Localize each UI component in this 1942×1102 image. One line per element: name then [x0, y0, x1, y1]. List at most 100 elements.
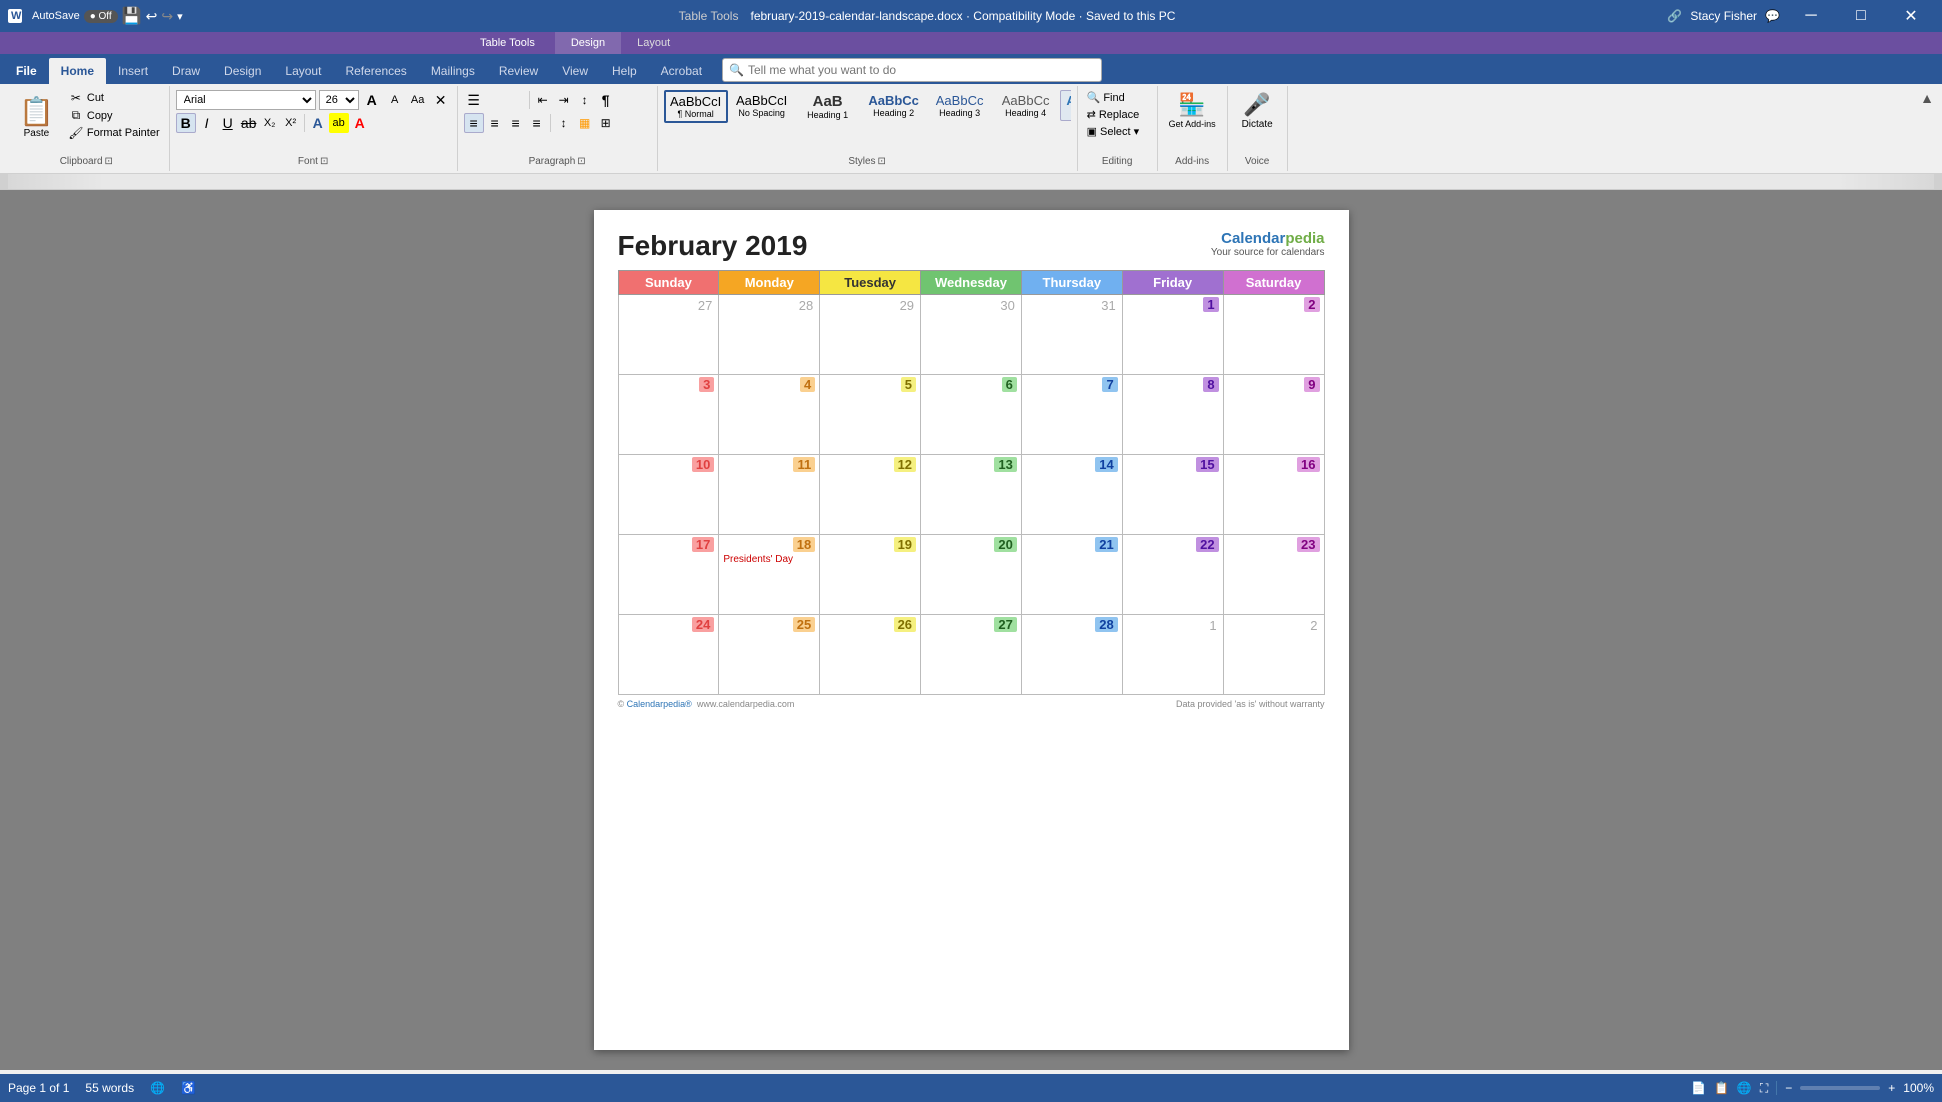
accessibility-btn[interactable]: ♿: [181, 1081, 196, 1095]
focus-mode-btn[interactable]: ⛶: [1760, 1081, 1768, 1096]
cut-button[interactable]: ✂ Cut: [65, 90, 163, 106]
text-effects-btn[interactable]: A: [308, 113, 328, 133]
copy-button[interactable]: ⧉ Copy: [65, 107, 163, 124]
redo-btn[interactable]: ↪: [161, 8, 173, 25]
subscript-btn[interactable]: X₂: [260, 113, 280, 133]
close-btn[interactable]: ✕: [1888, 0, 1934, 32]
tab-references[interactable]: References: [333, 58, 418, 84]
highlight-btn[interactable]: ab: [329, 113, 349, 133]
paste-button[interactable]: 📋 Paste: [10, 90, 63, 144]
undo-btn[interactable]: ↩: [146, 8, 158, 25]
calendar-cell: 5: [820, 375, 921, 455]
ruler-left-handle[interactable]: [0, 174, 8, 189]
font-grow-btn[interactable]: A: [362, 90, 382, 110]
style-heading1[interactable]: AaB Heading 1: [796, 90, 860, 123]
show-hide-btn[interactable]: ¶: [596, 90, 616, 110]
web-layout-btn[interactable]: 🌐: [1737, 1081, 1752, 1095]
zoom-in-btn[interactable]: +: [1888, 1081, 1895, 1095]
justify-btn[interactable]: ≡: [527, 113, 547, 133]
share-btn[interactable]: 🔗: [1667, 9, 1682, 23]
decrease-indent-btn[interactable]: ⇤: [533, 90, 553, 110]
tab-insert[interactable]: Insert: [106, 58, 160, 84]
sort-btn[interactable]: ↕: [575, 90, 595, 110]
zoom-out-btn[interactable]: −: [1785, 1081, 1792, 1095]
tab-file[interactable]: File: [4, 58, 49, 84]
tab-mailings[interactable]: Mailings: [419, 58, 487, 84]
tab-view[interactable]: View: [550, 58, 600, 84]
shading-btn[interactable]: ▦: [575, 113, 595, 133]
tab-acrobat[interactable]: Acrobat: [649, 58, 714, 84]
calendarpedia-link[interactable]: Calendarpedia®: [627, 699, 692, 709]
tab-help[interactable]: Help: [600, 58, 649, 84]
print-layout-btn[interactable]: 📋: [1714, 1081, 1729, 1095]
paste-label: Paste: [24, 128, 50, 139]
select-button[interactable]: ▣ Select ▾: [1084, 124, 1143, 139]
tab-layout[interactable]: Layout: [273, 58, 333, 84]
change-case-btn[interactable]: Aa: [408, 90, 428, 110]
save-btn[interactable]: 💾: [122, 6, 142, 26]
autosave-toggle[interactable]: ● Off: [84, 10, 118, 23]
strikethrough-btn[interactable]: ab: [239, 113, 259, 133]
customize-btn[interactable]: ▾: [177, 10, 183, 23]
restore-btn[interactable]: □: [1838, 0, 1884, 32]
day-number: 8: [1203, 377, 1218, 392]
dictate-button[interactable]: 🎤 Dictate: [1238, 90, 1277, 132]
style-heading2[interactable]: AaBbCc Heading 2: [862, 90, 926, 121]
style-normal-preview: AaBbCcI: [670, 94, 721, 109]
style-heading4[interactable]: AaBbCc Heading 4: [994, 90, 1058, 121]
borders-btn[interactable]: ⊞: [596, 113, 616, 133]
font-family-select[interactable]: Arial: [176, 90, 316, 110]
get-add-ins-button[interactable]: 🏪 Get Add-ins: [1165, 90, 1220, 131]
replace-icon: ⇄: [1087, 108, 1096, 121]
format-painter-button[interactable]: 🖌 Format Painter: [65, 125, 163, 141]
tab-home[interactable]: Home: [49, 58, 106, 84]
day-number: 6: [1002, 377, 1017, 392]
add-ins-icon: 🏪: [1178, 92, 1205, 118]
calendar-cell: 8: [1122, 375, 1223, 455]
style-heading3[interactable]: AaBbCc Heading 3: [928, 90, 992, 121]
collapse-ribbon[interactable]: ▲: [1920, 86, 1938, 171]
clipboard-expand-icon[interactable]: ⊡: [105, 156, 113, 167]
bullets-btn[interactable]: ☰: [464, 90, 484, 110]
font-expand-icon[interactable]: ⊡: [320, 156, 328, 167]
tab-review[interactable]: Review: [487, 58, 550, 84]
calendar-cell: 12: [820, 455, 921, 535]
numbering-btn[interactable]: [485, 90, 505, 110]
read-mode-btn[interactable]: 📄: [1691, 1081, 1706, 1095]
underline-btn[interactable]: U: [218, 113, 238, 133]
italic-btn[interactable]: I: [197, 113, 217, 133]
line-spacing-btn[interactable]: ↕: [554, 113, 574, 133]
tab-table-design[interactable]: Design: [555, 32, 621, 54]
style-heading5[interactable]: AaBbCc Heading 5: [1060, 90, 1071, 121]
style-no-spacing[interactable]: AaBbCcI No Spacing: [730, 90, 794, 121]
zoom-slider[interactable]: [1800, 1086, 1880, 1090]
font-shrink-btn[interactable]: A: [385, 90, 405, 110]
clear-format-btn[interactable]: ✕: [431, 90, 451, 110]
align-left-btn[interactable]: ≡: [464, 113, 484, 133]
superscript-btn[interactable]: X²: [281, 113, 301, 133]
search-input[interactable]: [748, 63, 1028, 77]
tab-draw[interactable]: Draw: [160, 58, 212, 84]
font-color-btn[interactable]: A: [350, 113, 370, 133]
paragraph-expand-icon[interactable]: ⊡: [577, 156, 585, 167]
separator1: [304, 114, 305, 132]
styles-expand-icon[interactable]: ⊡: [878, 156, 886, 167]
style-normal[interactable]: AaBbCcI ¶ Normal: [664, 90, 728, 123]
center-btn[interactable]: ≡: [485, 113, 505, 133]
font-size-select[interactable]: 26: [319, 90, 359, 110]
align-right-btn[interactable]: ≡: [506, 113, 526, 133]
bold-btn[interactable]: B: [176, 113, 196, 133]
day-number: 28: [1095, 617, 1117, 632]
comments-btn[interactable]: 💬: [1765, 9, 1780, 23]
language-btn[interactable]: 🌐: [150, 1081, 165, 1095]
tab-table-layout[interactable]: Layout: [621, 32, 686, 54]
search-bar[interactable]: 🔍: [722, 58, 1102, 82]
multilevel-btn[interactable]: [506, 90, 526, 110]
day-number: 1: [1207, 617, 1218, 634]
minimize-btn[interactable]: ─: [1788, 0, 1834, 32]
replace-button[interactable]: ⇄ Replace: [1084, 107, 1143, 122]
tab-design[interactable]: Design: [212, 58, 273, 84]
find-button[interactable]: 🔍 Find: [1084, 90, 1128, 105]
increase-indent-btn[interactable]: ⇥: [554, 90, 574, 110]
word-icon[interactable]: W: [8, 9, 22, 23]
